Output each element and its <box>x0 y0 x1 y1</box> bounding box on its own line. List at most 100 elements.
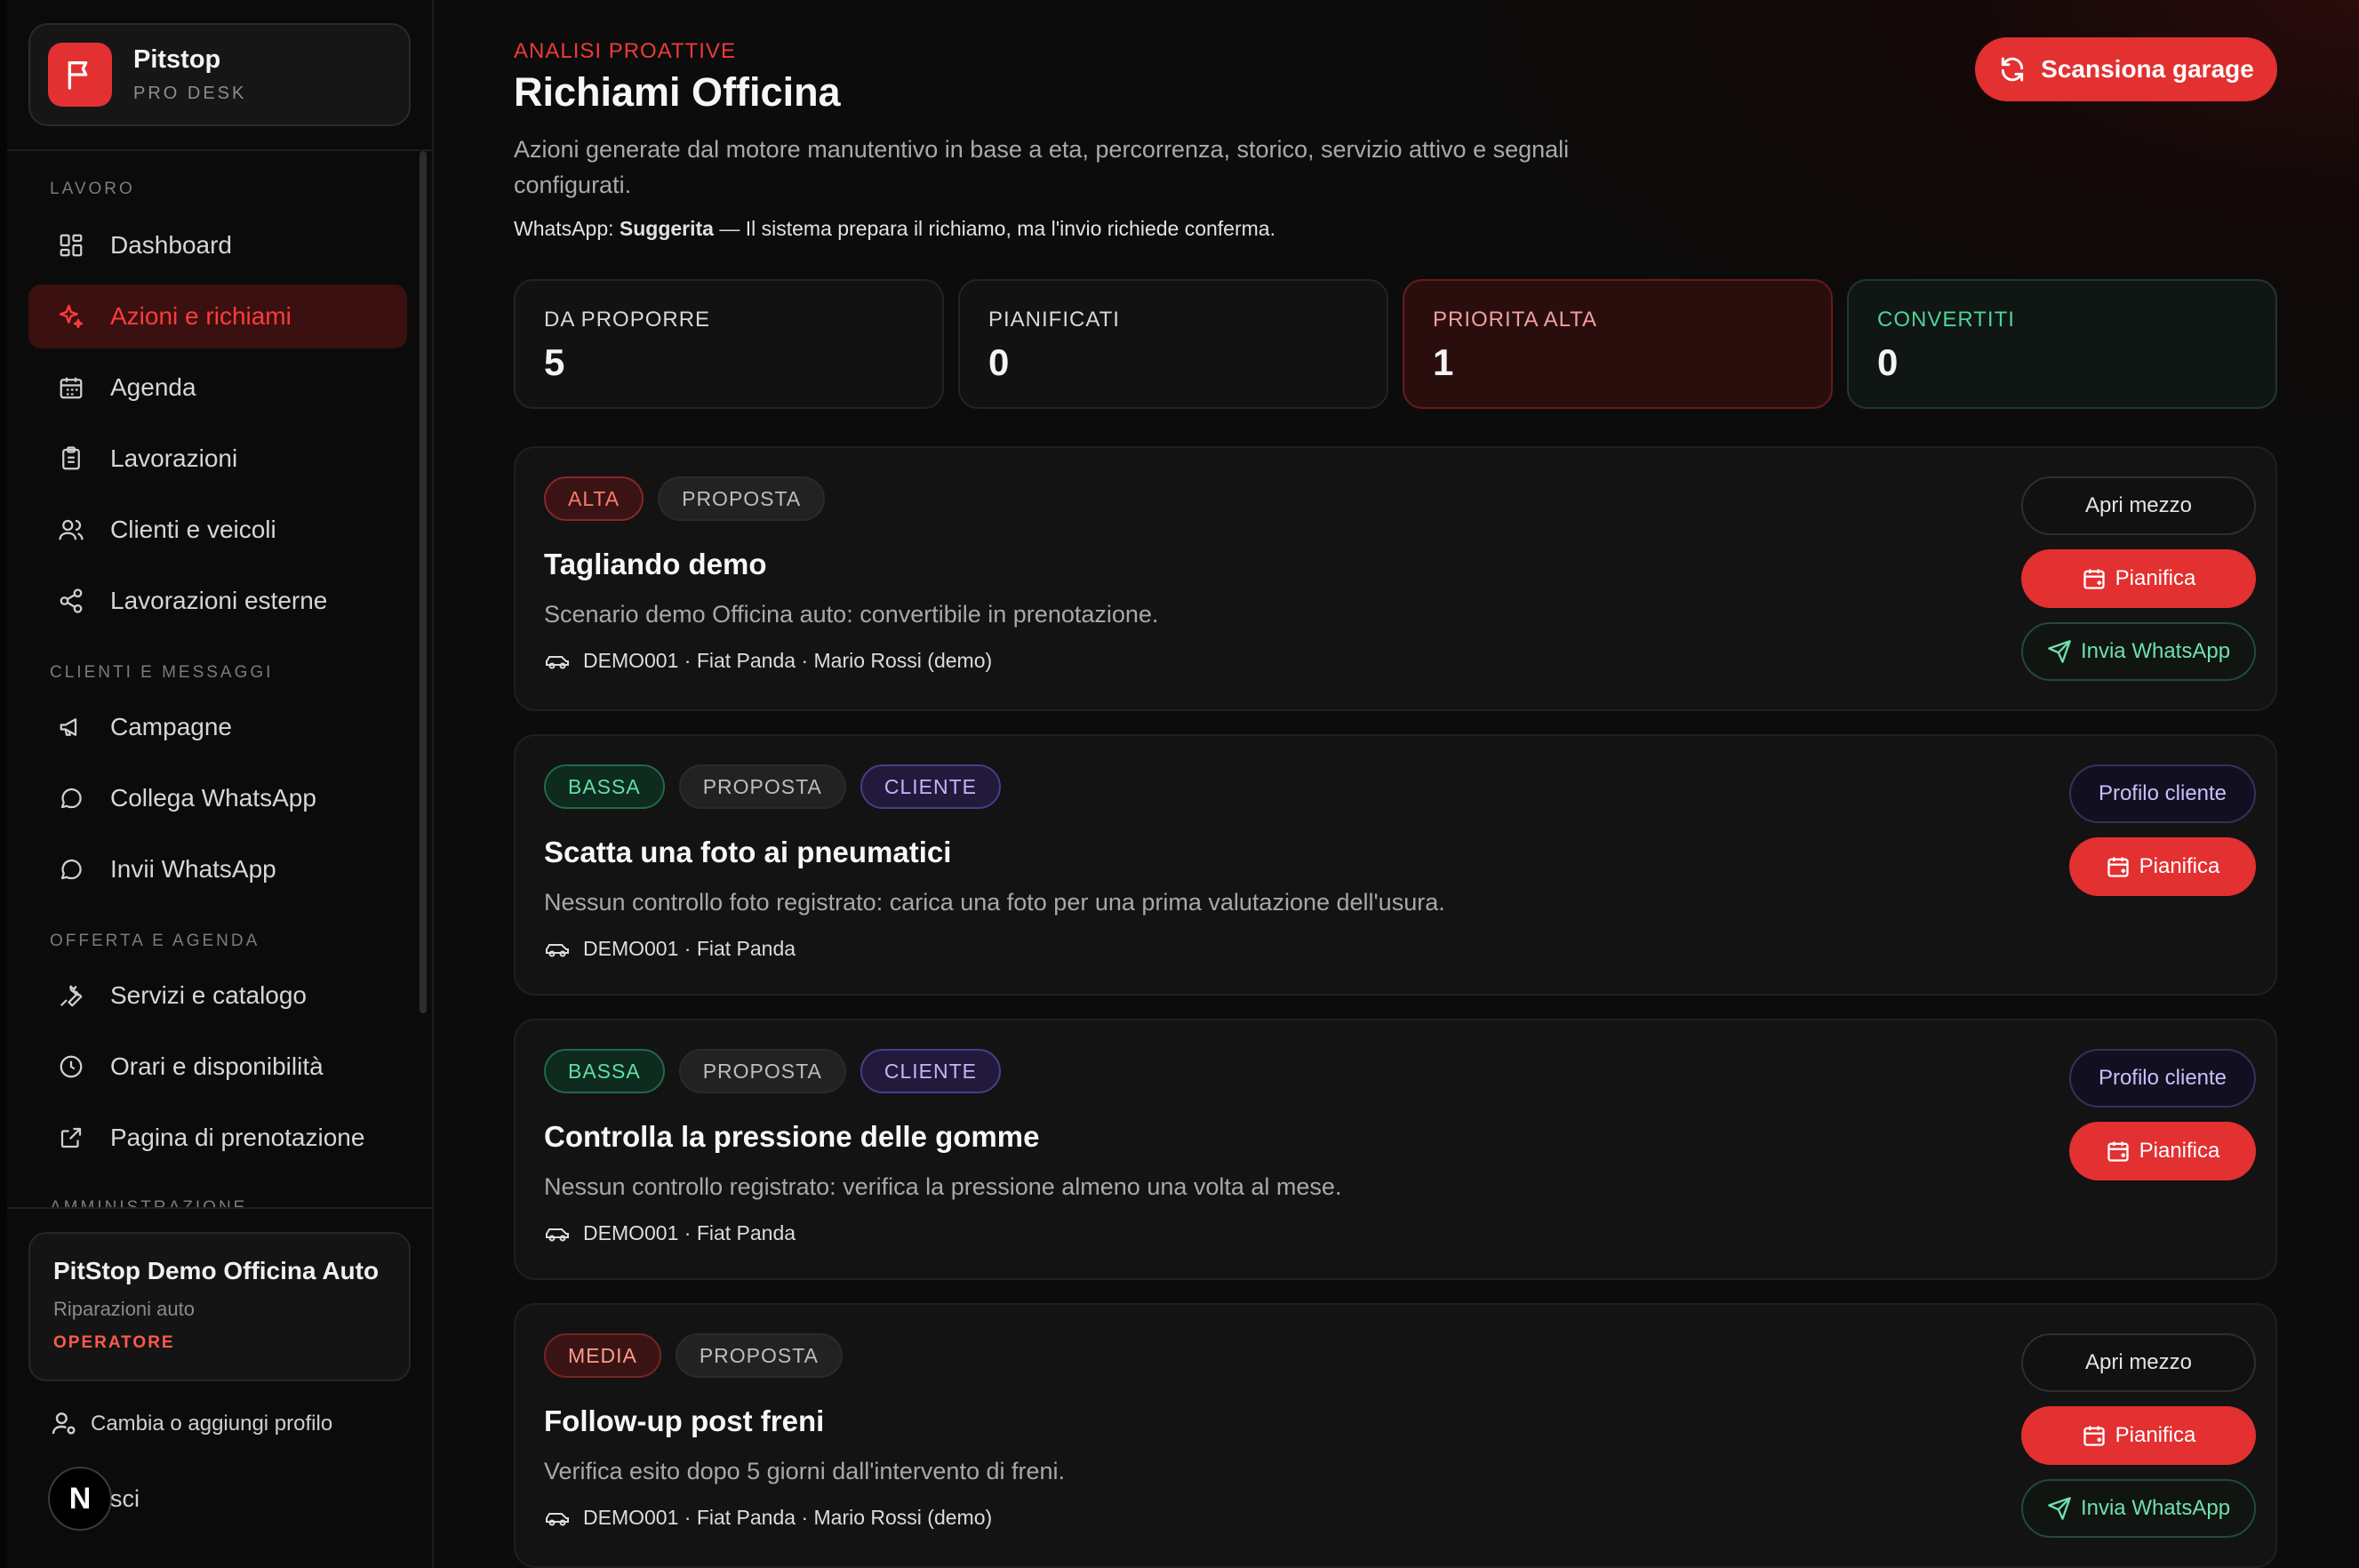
status-chip: PROPOSTA <box>658 476 826 521</box>
stat-label: PIANIFICATI <box>988 308 1120 332</box>
sidebar-item-label: Lavorazioni <box>110 444 238 472</box>
schedule-button[interactable]: Pianifica <box>2021 1406 2256 1465</box>
card-meta-text: DEMO001 · Fiat Panda · Mario Rossi (demo… <box>583 649 993 672</box>
main-content: ANALISI PROATTIVE Richiami Officina Azio… <box>434 0 2359 1568</box>
card-meta-text: DEMO001 · Fiat Panda · Mario Rossi (demo… <box>583 1506 993 1529</box>
sidebar-item-label: Orari e disponibilità <box>110 1052 324 1080</box>
action-card: ALTA PROPOSTA Tagliando demo Scenario de… <box>514 446 2277 711</box>
stat-label: CONVERTITI <box>1877 308 2015 332</box>
schedule-label: Pianifica <box>2139 854 2220 878</box>
sidebar-item-label: Agenda <box>110 373 196 401</box>
app-root: Pitstop PRO DESK LAVORO Dashboard Azioni… <box>0 0 2359 1568</box>
stat-label: DA PROPORRE <box>544 308 711 332</box>
sidebar-item-dashboard[interactable]: Dashboard <box>28 213 407 277</box>
sidebar-item-label: Collega WhatsApp <box>110 784 316 812</box>
sidebar-item-prenotazione[interactable]: Pagina di prenotazione <box>28 1106 407 1170</box>
send-whatsapp-label: Invia WhatsApp <box>2080 1496 2231 1520</box>
sidebar-scrollbar[interactable] <box>420 151 427 1013</box>
priority-chip: ALTA <box>544 476 644 521</box>
sidebar-item-label: Invii WhatsApp <box>110 855 276 883</box>
schedule-button[interactable]: Pianifica <box>2069 1122 2256 1180</box>
sidebar-item-lavorazioni-esterne[interactable]: Lavorazioni esterne <box>28 569 407 633</box>
stat-value: 5 <box>544 341 565 383</box>
car-icon <box>544 1508 571 1528</box>
sidebar-item-campagne[interactable]: Campagne <box>28 695 407 759</box>
sidebar-item-label: Lavorazioni esterne <box>110 587 328 614</box>
page-description: Azioni generate dal motore manutentivo i… <box>514 136 1570 198</box>
status-chip: PROPOSTA <box>675 1333 843 1378</box>
car-icon <box>544 1224 571 1244</box>
sidebar-nav: LAVORO Dashboard Azioni e richiami Agend… <box>7 149 432 1209</box>
sidebar-item-agenda[interactable]: Agenda <box>28 356 407 420</box>
chip-row: BASSA PROPOSTA CLIENTE <box>544 764 1015 809</box>
share-icon <box>55 585 87 617</box>
stat-pianificati: PIANIFICATI 0 <box>958 279 1388 409</box>
send-whatsapp-button[interactable]: Invia WhatsApp <box>2021 1479 2256 1538</box>
chip-row: MEDIA PROPOSTA <box>544 1333 857 1378</box>
send-whatsapp-button[interactable]: Invia WhatsApp <box>2021 622 2256 681</box>
whatsapp-mode-line: WhatsApp: Suggerita — Il sistema prepara… <box>514 217 1275 241</box>
refresh-icon <box>1998 55 2027 84</box>
wrench-icon <box>55 980 87 1012</box>
card-title: Scatta una foto ai pneumatici <box>544 836 952 868</box>
card-description: Scenario demo Officina auto: convertibil… <box>544 601 1159 628</box>
chat-icon <box>55 853 87 885</box>
card-vehicle-meta: DEMO001 · Fiat Panda · Mario Rossi (demo… <box>544 649 992 673</box>
card-meta-text: DEMO001 · Fiat Panda <box>583 937 796 960</box>
priority-chip: BASSA <box>544 1049 665 1093</box>
calendar-plus-icon <box>2082 566 2107 591</box>
stat-priorita-alta: PRIORITA ALTA 1 <box>1403 279 1833 409</box>
card-meta-text: DEMO001 · Fiat Panda <box>583 1221 796 1244</box>
sidebar-item-orari[interactable]: Orari e disponibilità <box>28 1035 407 1099</box>
open-vehicle-button[interactable]: Apri mezzo <box>2021 1333 2256 1392</box>
status-chip: PROPOSTA <box>678 764 846 809</box>
send-icon <box>2047 1496 2072 1521</box>
card-vehicle-meta: DEMO001 · Fiat Panda <box>544 1221 796 1245</box>
chat-icon <box>55 782 87 814</box>
brand-subtitle: PRO DESK <box>133 84 247 103</box>
brand-card[interactable]: Pitstop PRO DESK <box>28 23 411 126</box>
client-profile-button[interactable]: Profilo cliente <box>2069 1049 2256 1108</box>
target-chip: CLIENTE <box>860 1049 1001 1093</box>
divider <box>7 1207 432 1209</box>
switch-profile-link[interactable]: Cambia o aggiungi profilo <box>50 1409 332 1439</box>
client-profile-button[interactable]: Profilo cliente <box>2069 764 2256 823</box>
users-icon <box>55 514 87 546</box>
schedule-button[interactable]: Pianifica <box>2021 549 2256 608</box>
priority-chip: MEDIA <box>544 1333 661 1378</box>
sidebar-item-label: Campagne <box>110 713 232 740</box>
org-role: OPERATORE <box>53 1333 175 1352</box>
nav-section-lavoro: LAVORO <box>50 180 135 198</box>
sidebar-item-invii-whatsapp[interactable]: Invii WhatsApp <box>28 837 407 901</box>
schedule-label: Pianifica <box>2115 1423 2196 1447</box>
car-icon <box>544 652 571 671</box>
chip-row: BASSA PROPOSTA CLIENTE <box>544 1049 1015 1093</box>
user-settings-icon <box>50 1409 80 1439</box>
stat-label: PRIORITA ALTA <box>1433 308 1598 332</box>
target-chip: CLIENTE <box>860 764 1001 809</box>
schedule-button[interactable]: Pianifica <box>2069 837 2256 896</box>
sidebar-item-lavorazioni[interactable]: Lavorazioni <box>28 427 407 491</box>
sidebar-item-servizi[interactable]: Servizi e catalogo <box>28 964 407 1028</box>
sidebar-item-label: Dashboard <box>110 231 232 259</box>
scan-garage-button[interactable]: Scansiona garage <box>1975 37 2277 101</box>
org-card[interactable]: PitStop Demo Officina Auto Riparazioni a… <box>28 1232 411 1381</box>
card-description: Nessun controllo registrato: verifica la… <box>544 1173 1342 1200</box>
sidebar-item-label: Clienti e veicoli <box>110 516 276 543</box>
sidebar-item-azioni[interactable]: Azioni e richiami <box>28 284 407 348</box>
flag-icon <box>48 43 112 107</box>
schedule-label: Pianifica <box>2115 566 2196 590</box>
sidebar-item-collega-whatsapp[interactable]: Collega WhatsApp <box>28 766 407 830</box>
stat-convertiti: CONVERTITI 0 <box>1847 279 2277 409</box>
sidebar-item-label: Pagina di prenotazione <box>110 1124 365 1151</box>
whatsapp-prefix: WhatsApp: <box>514 217 614 240</box>
chip-row: ALTA PROPOSTA <box>544 476 839 521</box>
sidebar-item-clienti[interactable]: Clienti e veicoli <box>28 498 407 562</box>
card-description: Nessun controllo foto registrato: carica… <box>544 889 1445 916</box>
n-badge: N <box>48 1467 112 1531</box>
card-title: Controlla la pressione delle gomme <box>544 1120 1040 1153</box>
logout-button[interactable]: N sci <box>48 1467 140 1531</box>
open-vehicle-button[interactable]: Apri mezzo <box>2021 476 2256 535</box>
card-title: Follow-up post freni <box>544 1404 825 1437</box>
nav-section-clienti-messaggi: CLIENTI E MESSAGGI <box>50 663 274 682</box>
